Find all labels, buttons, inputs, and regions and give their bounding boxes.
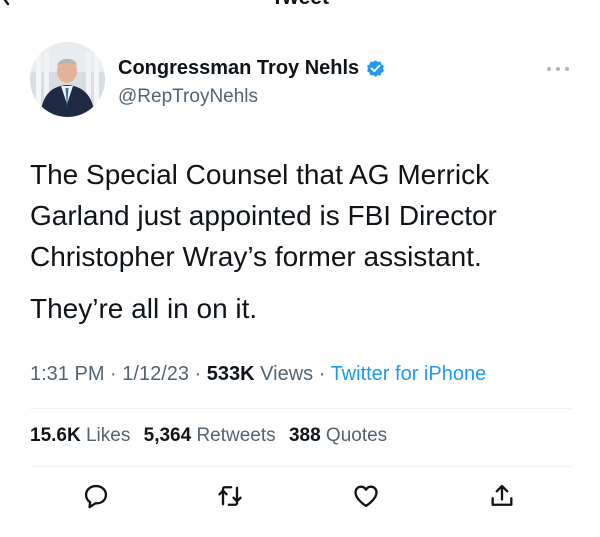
meta-separator: · — [104, 363, 123, 385]
verified-badge-icon — [367, 60, 385, 77]
views-label[interactable]: Views — [255, 363, 313, 385]
avatar-photo — [30, 42, 105, 117]
author-name-row[interactable]: Congressman Troy Nehls — [118, 57, 386, 80]
tweet-date: 1/12/23 — [122, 363, 189, 385]
meta-separator: · — [189, 363, 207, 385]
avatar[interactable] — [30, 42, 105, 117]
retweets-label[interactable]: Retweets — [191, 425, 275, 446]
tweet-paragraph: They’re all in on it. — [30, 293, 258, 324]
quotes-count[interactable]: 388 — [289, 425, 321, 446]
action-bar — [0, 482, 600, 512]
meta-separator: · — [313, 363, 331, 385]
tweet-text: The Special Counsel that AG Merrick Garl… — [30, 154, 575, 329]
author-name[interactable]: Congressman Troy Nehls — [118, 57, 359, 80]
quotes-label[interactable]: Quotes — [321, 425, 387, 446]
reply-icon[interactable] — [82, 482, 110, 510]
likes-count[interactable]: 15.6K — [30, 425, 81, 446]
author-handle[interactable]: @RepTroyNehls — [118, 86, 258, 108]
source-link[interactable]: Twitter for iPhone — [331, 363, 487, 385]
quotes-stat[interactable]: 388 Quotes — [289, 425, 387, 446]
engagement-stats: 15.6K Likes 5,364 Retweets 388 Quotes — [30, 425, 395, 447]
retweets-count[interactable]: 5,364 — [144, 425, 192, 446]
retweets-stat[interactable]: 5,364 Retweets — [144, 425, 276, 446]
like-icon[interactable] — [352, 482, 380, 510]
likes-label[interactable]: Likes — [81, 425, 130, 446]
divider — [30, 408, 572, 409]
tweet-paragraph: The Special Counsel that AG Merrick Garl… — [30, 159, 497, 272]
tweet-time: 1:31 PM — [30, 363, 105, 385]
retweet-icon[interactable] — [216, 482, 244, 510]
tweet-meta: 1:31 PM · 1/12/23 · 533K Views · Twitter… — [30, 363, 486, 386]
likes-stat[interactable]: 15.6K Likes — [30, 425, 130, 446]
top-bar: Tweet — [0, 0, 600, 10]
more-options-icon[interactable] — [546, 66, 570, 72]
share-icon[interactable] — [488, 482, 516, 510]
divider — [30, 466, 572, 467]
views-count[interactable]: 533K — [207, 363, 255, 385]
page-title: Tweet — [0, 0, 600, 10]
